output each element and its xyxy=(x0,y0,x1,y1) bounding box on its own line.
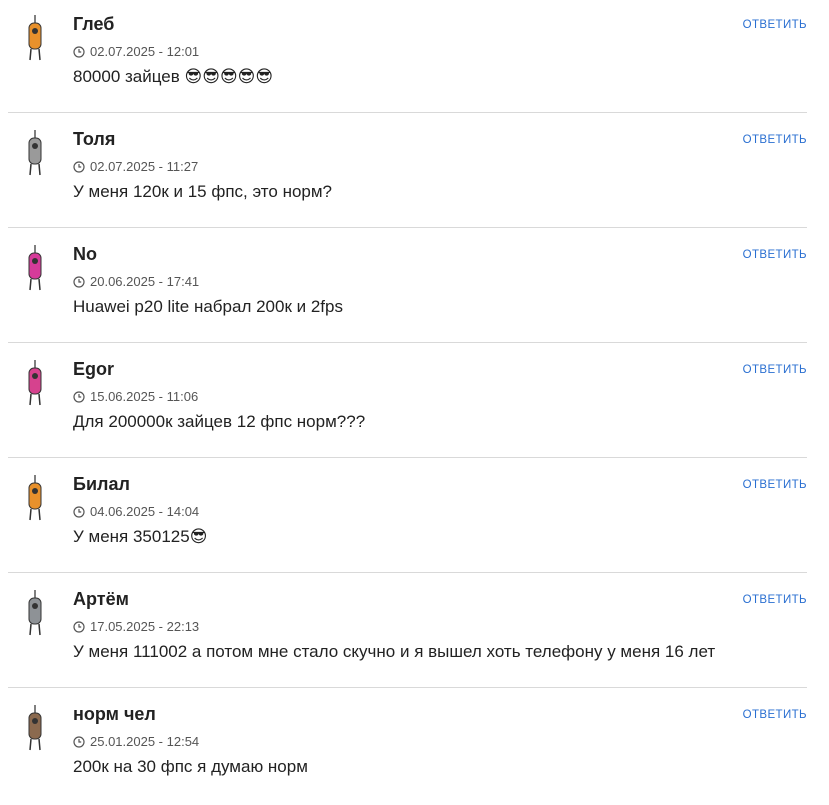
reply-button[interactable]: ОТВЕТИТЬ xyxy=(743,249,807,261)
clock-icon xyxy=(73,620,85,633)
comment-date: 15.06.2025 - 11:06 xyxy=(90,389,199,404)
clock-icon xyxy=(73,45,85,58)
comment-meta: 02.07.2025 - 12:01 xyxy=(73,44,199,59)
bunny-avatar-icon xyxy=(28,130,42,176)
comment-item: Egor 15.06.2025 - 11:06 Для 200000к зайц… xyxy=(8,345,807,460)
comment-text: У меня 111002 а потом мне стало скучно и… xyxy=(73,642,716,661)
divider xyxy=(8,687,807,688)
comment-text: 200к на 30 фпс я думаю норм xyxy=(73,757,308,776)
clock-icon xyxy=(73,505,85,518)
reply-button[interactable]: ОТВЕТИТЬ xyxy=(743,364,807,376)
divider xyxy=(8,227,807,228)
comment-date: 17.05.2025 - 22:13 xyxy=(90,619,200,634)
comment-meta: 02.07.2025 - 11:27 xyxy=(73,159,198,174)
reply-button[interactable]: ОТВЕТИТЬ xyxy=(743,19,807,31)
comment-meta: 20.06.2025 - 17:41 xyxy=(73,274,199,289)
bunny-avatar-icon xyxy=(28,245,42,291)
comment-author[interactable]: Глеб xyxy=(73,14,114,35)
bunny-avatar-icon xyxy=(28,360,42,406)
divider xyxy=(8,112,807,113)
comment-meta: 15.06.2025 - 11:06 xyxy=(73,389,198,404)
comment-item: Толя 02.07.2025 - 11:27 У меня 120к и 15… xyxy=(8,115,807,230)
reply-button[interactable]: ОТВЕТИТЬ xyxy=(743,134,807,146)
comment-item: Глеб 02.07.2025 - 12:01 80000 зайцев 😎😎😎… xyxy=(8,0,807,115)
comment-item: Артём 17.05.2025 - 22:13 У меня 111002 а… xyxy=(8,575,807,690)
divider xyxy=(8,457,807,458)
comment-meta: 04.06.2025 - 14:04 xyxy=(73,504,199,519)
comment-item: Билал 04.06.2025 - 14:04 У меня 350125😎 … xyxy=(8,460,807,575)
comment-author[interactable]: No xyxy=(73,244,97,265)
reply-button[interactable]: ОТВЕТИТЬ xyxy=(743,594,807,606)
bunny-avatar-icon xyxy=(28,590,42,636)
clock-icon xyxy=(73,735,85,748)
comment-text: У меня 120к и 15 фпс, это норм? xyxy=(73,182,333,201)
reply-button[interactable]: ОТВЕТИТЬ xyxy=(743,709,807,721)
comment-date: 02.07.2025 - 11:27 xyxy=(90,159,199,174)
comment-date: 02.07.2025 - 12:01 xyxy=(90,44,200,59)
comment-date: 20.06.2025 - 17:41 xyxy=(90,274,200,289)
clock-icon xyxy=(73,275,85,288)
divider xyxy=(8,342,807,343)
comment-meta: 25.01.2025 - 12:54 xyxy=(73,734,199,749)
comment-date: 25.01.2025 - 12:54 xyxy=(90,734,200,749)
comment-author[interactable]: Толя xyxy=(73,129,115,150)
clock-icon xyxy=(73,160,85,173)
comment-item: No 20.06.2025 - 17:41 Huawei p20 lite на… xyxy=(8,230,807,345)
comment-text: 80000 зайцев 😎😎😎😎😎 xyxy=(73,67,274,86)
comment-author[interactable]: Артём xyxy=(73,589,129,610)
comment-date: 04.06.2025 - 14:04 xyxy=(90,504,200,519)
reply-button[interactable]: ОТВЕТИТЬ xyxy=(743,479,807,491)
bunny-avatar-icon xyxy=(28,705,42,751)
comment-text: Huawei p20 lite набрал 200к и 2fps xyxy=(73,297,343,316)
comment-author[interactable]: Egor xyxy=(73,359,114,380)
comment-meta: 17.05.2025 - 22:13 xyxy=(73,619,199,634)
bunny-avatar-icon xyxy=(28,475,42,521)
comment-text: У меня 350125😎 xyxy=(73,527,208,546)
clock-icon xyxy=(73,390,85,403)
bunny-avatar-icon xyxy=(28,15,42,61)
comment-text: Для 200000к зайцев 12 фпс норм??? xyxy=(73,412,366,431)
comment-author[interactable]: норм чел xyxy=(73,704,156,725)
divider xyxy=(8,572,807,573)
comment-item: норм чел 25.01.2025 - 12:54 200к на 30 ф… xyxy=(8,690,807,805)
comment-author[interactable]: Билал xyxy=(73,474,130,495)
